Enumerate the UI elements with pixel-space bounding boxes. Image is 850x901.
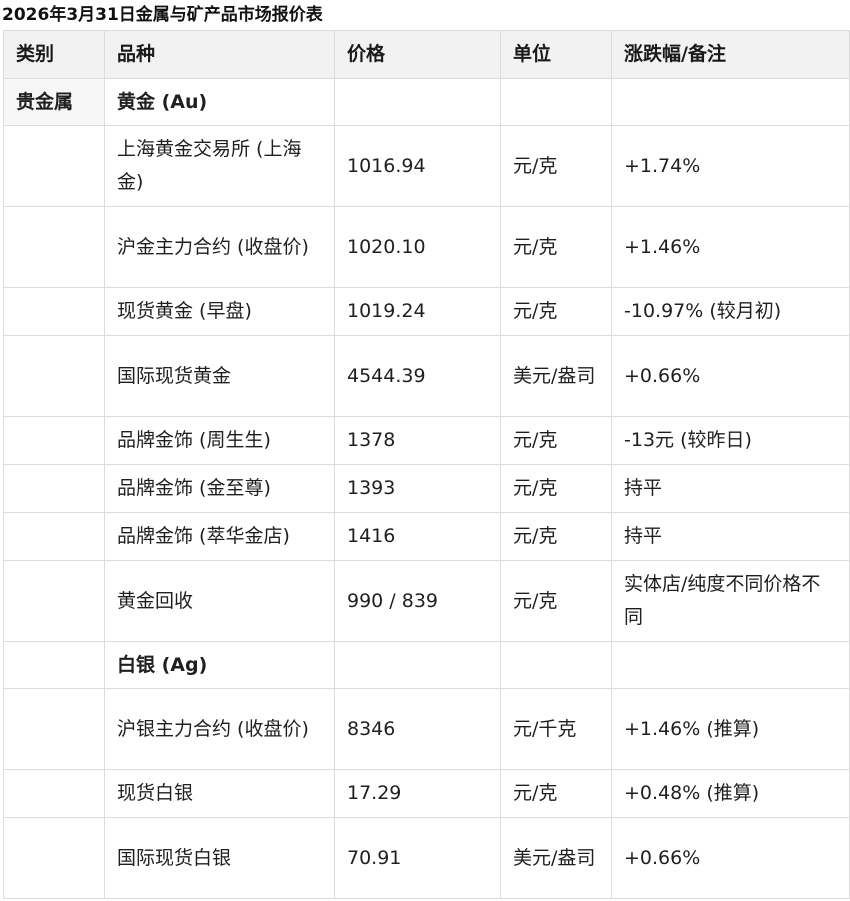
price-cell: 1416 (334, 512, 501, 561)
empty-cell (500, 78, 612, 126)
table-row: 国际现货黄金 4544.39 美元/盎司 +0.66% (3, 335, 850, 417)
change-cell: +1.46% (611, 206, 850, 288)
unit-cell: 元/克 (500, 206, 612, 288)
header-change: 涨跌幅/备注 (611, 30, 850, 79)
empty-cell (3, 335, 105, 417)
price-cell: 70.91 (334, 817, 501, 899)
empty-cell (500, 641, 612, 689)
empty-cell (3, 769, 105, 818)
header-price: 价格 (334, 30, 501, 79)
table-row: 国际现货白银 70.91 美元/盎司 +0.66% (3, 817, 850, 899)
header-category: 类别 (3, 30, 105, 79)
change-cell: 持平 (611, 512, 850, 561)
unit-cell: 元/克 (500, 416, 612, 465)
price-cell: 1016.94 (334, 125, 501, 207)
price-cell: 17.29 (334, 769, 501, 818)
variety-cell: 国际现货白银 (104, 817, 335, 899)
empty-cell (3, 641, 105, 689)
unit-cell: 元/克 (500, 560, 612, 642)
unit-cell: 元/克 (500, 287, 612, 336)
empty-cell (3, 206, 105, 288)
empty-cell (3, 817, 105, 899)
table-row-gold-group: 贵金属 黄金 (Au) (3, 78, 850, 126)
table-row: 品牌金饰 (萃华金店) 1416 元/克 持平 (3, 512, 850, 561)
price-cell: 990 / 839 (334, 560, 501, 642)
variety-cell: 国际现货黄金 (104, 335, 335, 417)
table-row: 现货白银 17.29 元/克 +0.48% (推算) (3, 769, 850, 818)
change-cell: +0.66% (611, 817, 850, 899)
empty-cell (3, 688, 105, 770)
variety-cell: 品牌金饰 (金至尊) (104, 464, 335, 513)
variety-cell: 现货白银 (104, 769, 335, 818)
group-label-gold: 黄金 (Au) (104, 78, 335, 126)
table-row: 沪金主力合约 (收盘价) 1020.10 元/克 +1.46% (3, 206, 850, 288)
page-title: 2026年3月31日金属与矿产品市场报价表 (2, 5, 323, 25)
header-variety: 品种 (104, 30, 335, 79)
empty-cell (3, 416, 105, 465)
variety-cell: 沪金主力合约 (收盘价) (104, 206, 335, 288)
unit-cell: 元/克 (500, 769, 612, 818)
change-cell: -13元 (较昨日) (611, 416, 850, 465)
unit-cell: 元/克 (500, 464, 612, 513)
change-cell: +1.74% (611, 125, 850, 207)
change-cell: +0.66% (611, 335, 850, 417)
table-row: 现货黄金 (早盘) 1019.24 元/克 -10.97% (较月初) (3, 287, 850, 336)
unit-cell: 元/克 (500, 125, 612, 207)
empty-cell (3, 287, 105, 336)
price-cell: 4544.39 (334, 335, 501, 417)
table-row: 沪银主力合约 (收盘价) 8346 元/千克 +1.46% (推算) (3, 688, 850, 770)
header-unit: 单位 (500, 30, 612, 79)
empty-cell (3, 560, 105, 642)
table-row: 品牌金饰 (周生生) 1378 元/克 -13元 (较昨日) (3, 416, 850, 465)
change-cell: +1.46% (推算) (611, 688, 850, 770)
table-row: 上海黄金交易所 (上海金) 1016.94 元/克 +1.74% (3, 125, 850, 207)
variety-cell: 品牌金饰 (周生生) (104, 416, 335, 465)
price-cell: 8346 (334, 688, 501, 770)
empty-cell (611, 78, 850, 126)
page: 2026年3月31日金属与矿产品市场报价表 类别 品种 价格 单位 涨跌幅/备注… (0, 0, 850, 901)
price-cell: 1378 (334, 416, 501, 465)
variety-cell: 现货黄金 (早盘) (104, 287, 335, 336)
unit-cell: 美元/盎司 (500, 335, 612, 417)
variety-cell: 黄金回收 (104, 560, 335, 642)
variety-cell: 品牌金饰 (萃华金店) (104, 512, 335, 561)
variety-cell: 上海黄金交易所 (上海金) (104, 125, 335, 207)
unit-cell: 元/千克 (500, 688, 612, 770)
change-cell: 实体店/纯度不同价格不同 (611, 560, 850, 642)
table-row: 品牌金饰 (金至尊) 1393 元/克 持平 (3, 464, 850, 513)
price-cell: 1393 (334, 464, 501, 513)
unit-cell: 元/克 (500, 512, 612, 561)
empty-cell (3, 464, 105, 513)
empty-cell (3, 125, 105, 207)
change-cell: +0.48% (推算) (611, 769, 850, 818)
variety-cell: 沪银主力合约 (收盘价) (104, 688, 335, 770)
empty-cell (611, 641, 850, 689)
group-label-silver: 白银 (Ag) (104, 641, 335, 689)
price-table: 类别 品种 价格 单位 涨跌幅/备注 贵金属 黄金 (Au) 上海黄金交易所 (… (3, 30, 850, 899)
change-cell: 持平 (611, 464, 850, 513)
unit-cell: 美元/盎司 (500, 817, 612, 899)
price-cell: 1020.10 (334, 206, 501, 288)
empty-cell (334, 641, 501, 689)
empty-cell (3, 512, 105, 561)
table-row-silver-group: 白银 (Ag) (3, 641, 850, 689)
table-row: 黄金回收 990 / 839 元/克 实体店/纯度不同价格不同 (3, 560, 850, 642)
table-header-row: 类别 品种 价格 单位 涨跌幅/备注 (3, 30, 850, 79)
category-cell: 贵金属 (3, 78, 105, 126)
price-cell: 1019.24 (334, 287, 501, 336)
change-cell: -10.97% (较月初) (611, 287, 850, 336)
empty-cell (334, 78, 501, 126)
